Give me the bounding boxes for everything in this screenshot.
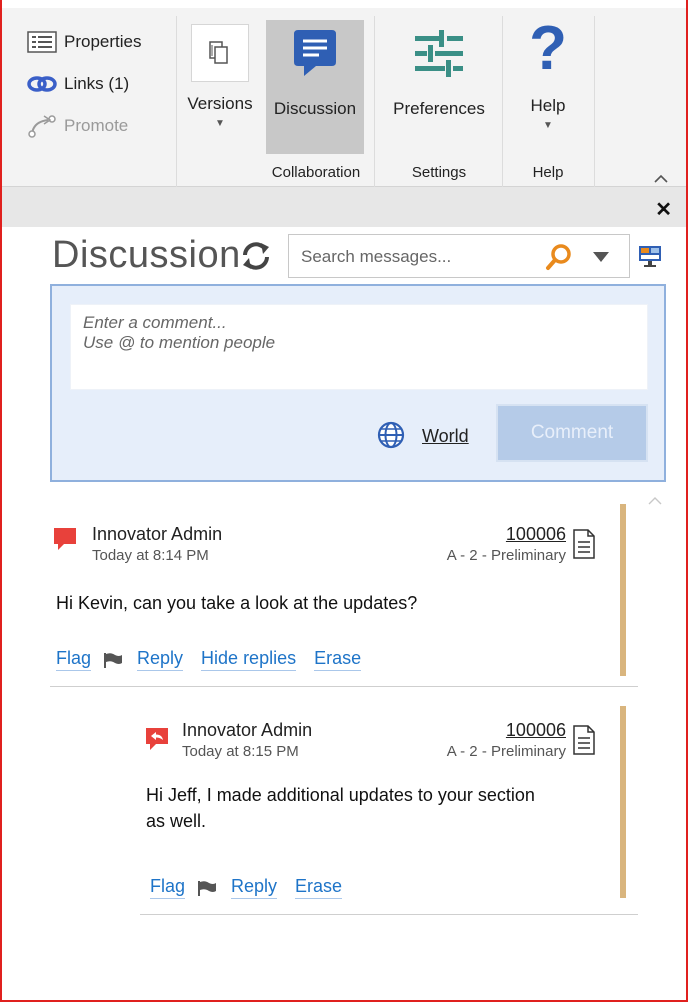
links-button[interactable]: Links (1): [26, 70, 129, 98]
ribbon-separator: [374, 16, 375, 188]
promote-icon: [26, 114, 60, 138]
help-label: Help: [530, 96, 566, 115]
list-item: Innovator Admin Today at 8:15 PM 100006 …: [140, 702, 640, 916]
divider: [140, 914, 638, 915]
flag-icon[interactable]: [103, 651, 123, 669]
item-revision: A - 2 - Preliminary: [446, 547, 566, 564]
comment-compose-panel: World Comment: [50, 284, 666, 482]
visibility-world-link[interactable]: World: [422, 426, 469, 447]
thread-bar: [620, 706, 626, 898]
item-number-link[interactable]: 100006: [450, 524, 566, 545]
question-mark-icon: ?: [529, 14, 567, 83]
versions-label: Versions: [187, 94, 253, 113]
item-revision: A - 2 - Preliminary: [446, 743, 566, 760]
hide-replies-link[interactable]: Hide replies: [201, 648, 297, 671]
help-button[interactable]: ? Help ▼: [512, 14, 584, 132]
scroll-up-icon[interactable]: [648, 494, 662, 509]
group-label-help: Help: [532, 164, 564, 181]
erase-link[interactable]: Erase: [295, 876, 343, 899]
list-item: Innovator Admin Today at 8:14 PM 100006 …: [50, 492, 640, 688]
preferences-icon: [411, 28, 467, 83]
ribbon-separator: [176, 16, 177, 188]
document-icon[interactable]: [572, 724, 596, 756]
pane-header-strip: ✕: [2, 187, 686, 227]
collapse-ribbon-icon[interactable]: [654, 171, 668, 187]
message-author: Innovator Admin: [92, 524, 223, 544]
message-list: Innovator Admin Today at 8:14 PM 100006 …: [50, 492, 640, 1004]
thread-bar: [620, 504, 626, 676]
versions-icon: [191, 24, 249, 82]
group-label-settings: Settings: [411, 164, 467, 181]
chevron-down-icon: ▼: [215, 118, 225, 129]
promote-button[interactable]: Promote: [26, 112, 128, 140]
flag-icon[interactable]: [197, 879, 217, 897]
properties-label: Properties: [64, 32, 142, 51]
item-number-link[interactable]: 100006: [450, 720, 566, 741]
message-text: Hi Jeff, I made additional updates to yo…: [146, 785, 535, 831]
message-time: Today at 8:14 PM: [92, 547, 209, 564]
discussion-button[interactable]: Discussion: [266, 20, 364, 154]
properties-icon: [26, 30, 60, 54]
versions-button[interactable]: Versions ▼: [182, 24, 258, 129]
discussion-icon: [292, 28, 338, 83]
comment-button[interactable]: Comment: [496, 404, 648, 462]
chevron-down-icon: ▼: [543, 120, 553, 131]
refresh-icon[interactable]: [238, 238, 274, 274]
links-icon: [26, 72, 60, 96]
ribbon: Properties Links (1) Promote Versions ▼ …: [2, 8, 686, 188]
page-title: Discussion: [52, 234, 241, 276]
close-icon[interactable]: ✕: [655, 197, 672, 222]
promote-label: Promote: [64, 116, 129, 135]
document-icon[interactable]: [572, 528, 596, 560]
message-time: Today at 8:15 PM: [182, 743, 299, 760]
search-icon[interactable]: [545, 243, 573, 271]
message-text: Hi Kevin, can you take a look at the upd…: [56, 593, 418, 613]
erase-link[interactable]: Erase: [314, 648, 362, 671]
links-label: Links (1): [64, 74, 130, 93]
reply-link[interactable]: Reply: [231, 876, 278, 899]
message-author: Innovator Admin: [182, 720, 313, 740]
search-input[interactable]: [299, 244, 533, 270]
divider: [50, 686, 638, 687]
preferences-label: Preferences: [393, 99, 485, 118]
reply-link[interactable]: Reply: [137, 648, 184, 671]
monitor-icon[interactable]: [638, 244, 662, 268]
properties-button[interactable]: Properties: [26, 28, 141, 56]
comment-input[interactable]: [70, 304, 648, 390]
ribbon-separator: [594, 16, 595, 188]
preferences-button[interactable]: Preferences: [384, 20, 494, 119]
comment-bubble-icon: [52, 526, 78, 552]
globe-icon[interactable]: [376, 420, 406, 450]
flag-link[interactable]: Flag: [150, 876, 186, 899]
ribbon-separator: [502, 16, 503, 188]
message-actions: Flag Reply Hide replies Erase: [56, 648, 379, 671]
reply-bubble-icon: [144, 726, 170, 752]
message-actions: Flag Reply Erase: [150, 876, 360, 899]
discussion-label: Discussion: [273, 99, 357, 118]
search-options-dropdown-icon[interactable]: [593, 252, 609, 262]
group-label-collaboration: Collaboration: [271, 164, 361, 181]
search-box: [288, 234, 630, 278]
flag-link[interactable]: Flag: [56, 648, 92, 671]
